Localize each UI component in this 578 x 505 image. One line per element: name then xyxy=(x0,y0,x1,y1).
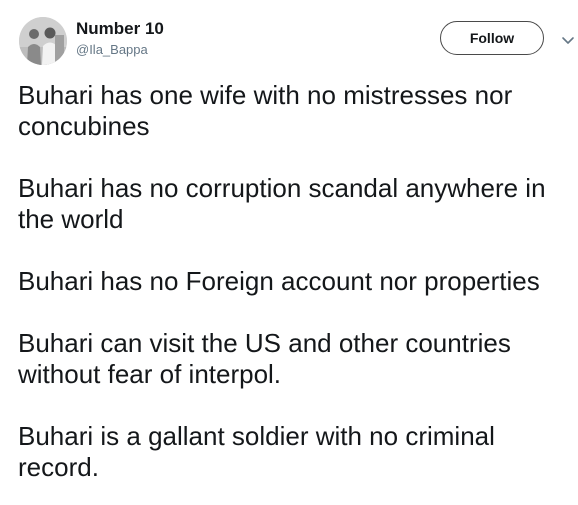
tweet-paragraph: Buhari has no corruption scandal anywher… xyxy=(18,173,546,234)
user-handle[interactable]: @Ila_Bappa xyxy=(76,42,148,58)
tweet-paragraph: Buhari is a gallant soldier with no crim… xyxy=(18,421,495,482)
display-name[interactable]: Number 10 xyxy=(76,19,164,39)
tweet-text: Buhari has one wife with no mistresses n… xyxy=(18,80,574,483)
tweet-paragraph: Buhari can visit the US and other countr… xyxy=(18,328,511,389)
follow-button[interactable]: Follow xyxy=(440,21,544,55)
avatar[interactable] xyxy=(19,17,67,65)
chevron-down-icon[interactable] xyxy=(561,33,575,44)
tweet-header: Number 10 @Ila_Bappa Follow xyxy=(0,0,578,70)
profile-photo-icon xyxy=(19,17,67,65)
tweet-paragraph: Buhari has no Foreign account nor proper… xyxy=(18,266,540,296)
tweet-paragraph: Buhari has one wife with no mistresses n… xyxy=(18,80,513,141)
